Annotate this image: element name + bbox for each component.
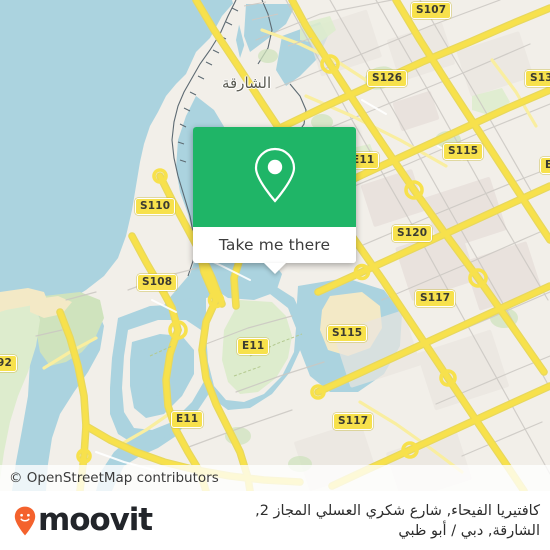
moovit-brand[interactable]: moovit: [14, 502, 153, 538]
road-shield-s134: S134: [525, 70, 550, 87]
road-shield-s117-east: S117: [415, 290, 456, 307]
osm-attribution-text[interactable]: © OpenStreetMap contributors: [0, 470, 219, 486]
location-address: كافتيريا الفيحاء, شارع شكري العسلي المجا…: [152, 501, 540, 541]
road-shield-s120: S120: [392, 225, 433, 242]
road-shield-s117-south: S117: [333, 413, 374, 430]
map-canvas[interactable]: .water { fill:#abd3df; } .land { fill:#f…: [0, 0, 550, 491]
road-shield-s110: S110: [135, 198, 176, 215]
popup-footer[interactable]: Take me there: [193, 227, 356, 263]
road-shield-e11-mid: E11: [237, 338, 270, 355]
road-shield-e11-south: E11: [171, 411, 204, 428]
moovit-wordmark: moovit: [38, 502, 153, 538]
road-shield-s115-north: S115: [443, 143, 484, 160]
popup-pointer: [263, 263, 286, 274]
map-attribution-bar: © OpenStreetMap contributors: [0, 465, 550, 491]
road-shield-s107: S107: [411, 2, 452, 19]
popup-header: [193, 127, 356, 227]
road-shield-s126: S126: [367, 70, 408, 87]
moovit-smiley-pin-icon: [14, 506, 36, 536]
map-pin-icon: [252, 146, 298, 208]
road-shield-s108: S108: [137, 274, 178, 291]
road-shield-92: 92: [0, 355, 18, 372]
moovit-location-card: .water { fill:#abd3df; } .land { fill:#f…: [0, 0, 550, 550]
place-label-sharjah: الشارقة: [222, 74, 272, 92]
footer-bar: moovit كافتيريا الفيحاء, شارع شكري العسل…: [0, 491, 550, 550]
address-line-2: الشارقة, دبي / أبو ظبي: [398, 522, 540, 539]
take-me-there-label: Take me there: [218, 236, 331, 254]
address-line-1: كافتيريا الفيحاء, شارع شكري العسلي المجا…: [255, 502, 540, 519]
road-shield-s115-south: S115: [327, 325, 368, 342]
location-popup-card[interactable]: Take me there: [193, 127, 356, 274]
road-shield-e6: E6: [540, 157, 550, 174]
